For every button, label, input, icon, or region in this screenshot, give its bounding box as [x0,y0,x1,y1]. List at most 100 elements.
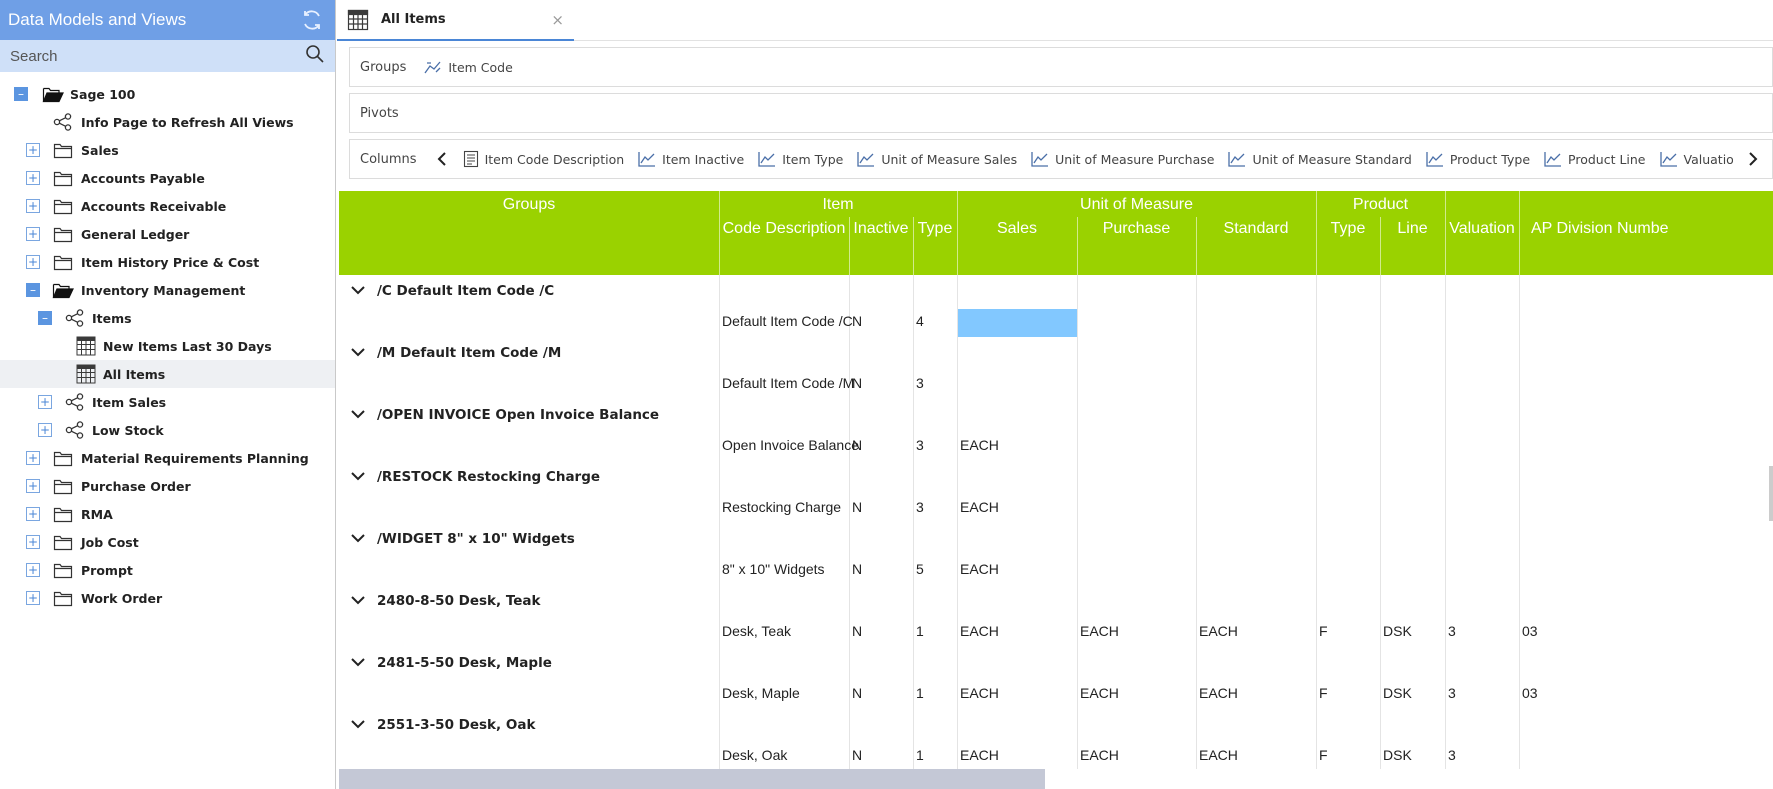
table-cell[interactable]: DSK [1383,623,1412,639]
tree-item[interactable]: New Items Last 30 Days [0,332,335,360]
tree-item[interactable]: + Item Sales [0,388,335,416]
table-cell[interactable]: EACH [1080,623,1119,639]
table-cell[interactable]: EACH [960,623,999,639]
table-cell[interactable]: EACH [1199,623,1238,639]
table-cell[interactable]: EACH [960,561,999,577]
tree-item[interactable]: + Job Cost [0,528,335,556]
chevron-down-icon[interactable] [351,531,365,547]
expand-icon[interactable]: + [26,143,40,157]
table-cell[interactable]: Desk, Teak [722,623,791,639]
table-cell[interactable]: N [852,623,862,639]
table-cell[interactable]: 03 [1522,685,1538,701]
table-cell[interactable]: EACH [960,685,999,701]
column-header[interactable]: Sales [957,220,1077,238]
refresh-icon[interactable] [299,7,325,33]
chevron-down-icon[interactable] [351,593,365,609]
table-cell[interactable]: 03 [1522,623,1538,639]
tree-item[interactable]: + Work Order [0,584,335,612]
table-cell[interactable]: N [852,561,862,577]
table-cell[interactable]: F [1319,623,1328,639]
table-cell[interactable]: EACH [1199,685,1238,701]
horizontal-scrollbar[interactable] [339,769,1045,789]
chevron-down-icon[interactable] [351,717,365,733]
expand-icon[interactable]: + [26,479,40,493]
tree-item[interactable]: + RMA [0,500,335,528]
close-icon[interactable]: × [551,11,564,29]
table-cell[interactable]: DSK [1383,685,1412,701]
collapse-icon[interactable]: – [26,283,40,297]
column-chip[interactable]: Valuation [1659,151,1733,167]
table-cell[interactable]: Default Item Code /M [722,375,854,391]
tree-item[interactable]: + General Ledger [0,220,335,248]
expand-icon[interactable]: + [26,199,40,213]
tree-item[interactable]: + Item History Price & Cost [0,248,335,276]
table-cell[interactable]: 3 [1448,747,1456,763]
column-header[interactable]: Type [913,220,957,238]
expand-icon[interactable]: + [26,451,40,465]
table-cell[interactable]: N [852,685,862,701]
expand-icon[interactable]: + [26,507,40,521]
table-cell[interactable]: N [852,437,862,453]
table-cell[interactable]: Default Item Code /C [722,313,853,329]
table-cell[interactable]: N [852,313,862,329]
table-cell[interactable]: Desk, Oak [722,747,787,763]
chevron-down-icon[interactable] [351,469,365,485]
collapse-icon[interactable]: – [38,311,52,325]
table-cell[interactable]: 3 [916,499,924,515]
search-icon[interactable] [305,44,325,68]
table-cell[interactable]: 1 [916,747,924,763]
chevron-down-icon[interactable] [351,283,365,299]
table-cell[interactable]: F [1319,747,1328,763]
expand-icon[interactable]: + [38,423,52,437]
tree-item[interactable]: – Sage 100 [0,80,335,108]
expand-icon[interactable]: + [26,563,40,577]
tree-item[interactable]: All Items [0,360,335,388]
column-chip[interactable]: Unit of Measure Sales [857,151,1017,167]
group-row[interactable]: 2480-8-50 Desk, Teak [339,586,541,616]
table-cell[interactable]: 3 [1448,623,1456,639]
group-row[interactable]: /M Default Item Code /M [339,338,561,368]
expand-icon[interactable]: + [26,591,40,605]
chevron-down-icon[interactable] [351,407,365,423]
table-cell[interactable]: DSK [1383,747,1412,763]
table-cell[interactable]: 1 [916,685,924,701]
expand-icon[interactable]: + [26,171,40,185]
chevron-down-icon[interactable] [351,345,365,361]
group-chip[interactable]: Item Code [424,59,513,75]
column-chip[interactable]: Item Code Description [463,150,624,168]
table-cell[interactable]: Open Invoice Balance [722,437,859,453]
expand-icon[interactable]: + [26,535,40,549]
table-cell[interactable]: 3 [916,375,924,391]
table-cell[interactable]: 5 [916,561,924,577]
search-bar[interactable]: Search [0,40,335,72]
table-cell[interactable]: EACH [1080,747,1119,763]
group-row[interactable]: /RESTOCK Restocking Charge [339,462,600,492]
table-cell[interactable]: 1 [916,623,924,639]
tree-item[interactable]: + Accounts Receivable [0,192,335,220]
selected-cell[interactable] [958,309,1077,337]
table-cell[interactable]: Restocking Charge [722,499,841,515]
table-cell[interactable]: EACH [960,499,999,515]
table-cell[interactable]: N [852,499,862,515]
table-cell[interactable]: EACH [960,437,999,453]
column-header[interactable]: Code Description [719,220,849,238]
tree-item[interactable]: – Items [0,304,335,332]
tab-all-items[interactable]: All Items × [337,0,574,41]
expand-icon[interactable]: + [38,395,52,409]
group-row[interactable]: /WIDGET 8" x 10" Widgets [339,524,575,554]
table-cell[interactable]: Desk, Maple [722,685,800,701]
table-cell[interactable]: EACH [960,747,999,763]
table-cell[interactable]: 4 [916,313,924,329]
group-row[interactable]: /C Default Item Code /C [339,276,554,306]
table-cell[interactable]: 8" x 10" Widgets [722,561,825,577]
group-row[interactable]: 2551-3-50 Desk, Oak [339,710,535,740]
tree-item[interactable]: + Low Stock [0,416,335,444]
tree-item[interactable]: + Material Requirements Planning [0,444,335,472]
column-chip[interactable]: Item Type [758,151,843,167]
table-cell[interactable]: N [852,747,862,763]
column-chip[interactable]: Unit of Measure Purchase [1031,151,1214,167]
column-chip[interactable]: Product Type [1426,151,1530,167]
column-header[interactable]: Type [1316,220,1380,238]
column-header[interactable]: Line [1380,220,1445,238]
table-cell[interactable]: EACH [1199,747,1238,763]
